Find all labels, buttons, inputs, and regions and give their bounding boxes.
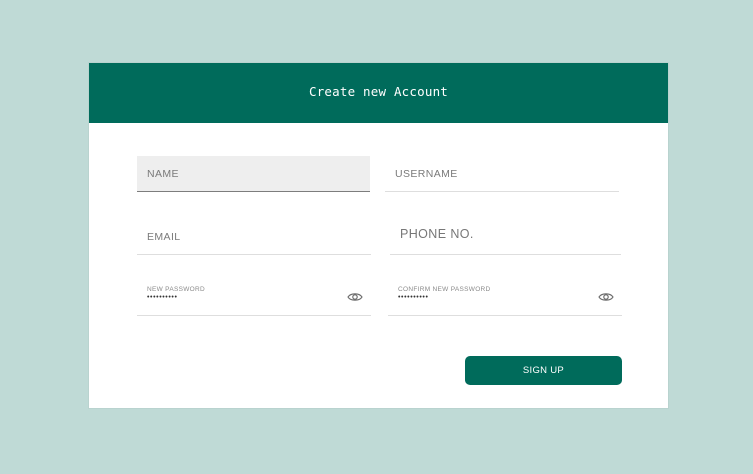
username-field[interactable]: USERNAME: [385, 156, 619, 192]
page-title: Create new Account: [308, 83, 449, 99]
email-placeholder: EMAIL: [147, 231, 181, 243]
new-password-value: ••••••••••: [147, 294, 178, 301]
name-field[interactable]: NAME: [137, 156, 370, 192]
phone-placeholder: PHONE NO.: [400, 227, 474, 241]
confirm-password-label: CONFIRM NEW PASSWORD: [398, 286, 491, 293]
name-placeholder: NAME: [147, 168, 179, 180]
confirm-password-value: ••••••••••: [398, 294, 429, 301]
eye-icon[interactable]: [347, 290, 363, 302]
eye-icon[interactable]: [598, 290, 614, 302]
new-password-label: NEW PASSWORD: [147, 286, 206, 293]
phone-field[interactable]: PHONE NO.: [390, 218, 621, 255]
new-password-field[interactable]: NEW PASSWORD ••••••••••: [137, 281, 371, 316]
sign-up-button[interactable]: SIGN UP: [465, 356, 622, 385]
signup-card: Create new Account NAME USERNAME EMAIL P…: [89, 63, 668, 408]
confirm-password-field[interactable]: CONFIRM NEW PASSWORD ••••••••••: [388, 281, 622, 316]
card-header: Create new Account: [89, 63, 668, 123]
username-placeholder: USERNAME: [395, 168, 458, 180]
email-field[interactable]: EMAIL: [137, 218, 371, 255]
